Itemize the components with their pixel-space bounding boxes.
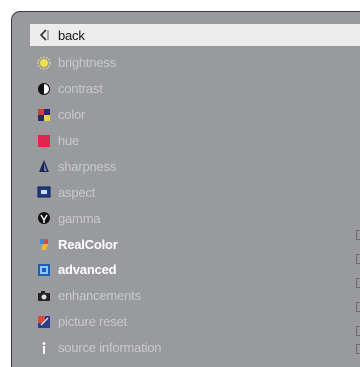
tick-mark — [356, 326, 360, 336]
menu-item-source-information[interactable]: source information — [30, 335, 360, 361]
info-icon — [30, 341, 58, 355]
menu-item-hue[interactable]: hue — [30, 128, 360, 154]
realcolor-icon — [30, 237, 58, 251]
menu-item-aspect[interactable]: aspect — [30, 179, 360, 205]
menu-item-label: aspect — [58, 184, 96, 200]
picture-reset-icon — [30, 315, 58, 329]
tick-mark — [356, 302, 360, 312]
menu-item-label: RealColor — [58, 236, 118, 252]
menu-item-sharpness[interactable]: sharpness — [30, 153, 360, 179]
menu-item-picture-reset[interactable]: picture reset — [30, 309, 360, 335]
menu-item-label: color — [58, 107, 86, 123]
menu-item-label: advanced — [58, 262, 117, 278]
menu-item-label: back — [58, 27, 85, 43]
menu-item-label: picture reset — [58, 314, 127, 330]
menu-item-label: brightness — [58, 55, 116, 71]
tick-mark — [356, 254, 360, 264]
menu-item-enhancements[interactable]: enhancements — [30, 283, 360, 309]
menu-item-label: enhancements — [58, 288, 141, 304]
hue-icon — [30, 134, 58, 148]
enhancements-icon — [30, 289, 58, 303]
menu-item-brightness[interactable]: brightness — [30, 50, 360, 76]
menu-item-advanced[interactable]: advanced — [30, 257, 360, 283]
back-arrow-icon — [30, 28, 58, 42]
menu-item-label: contrast — [58, 81, 103, 97]
menu-item-label: sharpness — [58, 158, 117, 174]
menu-item-label: gamma — [58, 210, 101, 226]
picture-menu: back brightness contrast color hue sharp… — [30, 24, 360, 361]
advanced-icon — [30, 263, 58, 277]
contrast-icon — [30, 82, 58, 96]
menu-item-back[interactable]: back — [30, 24, 360, 46]
menu-item-contrast[interactable]: contrast — [30, 76, 360, 102]
menu-item-label: hue — [58, 133, 80, 148]
brightness-icon — [30, 56, 58, 70]
menu-item-realcolor[interactable]: RealColor — [30, 231, 360, 257]
tick-mark — [356, 344, 360, 354]
menu-item-gamma[interactable]: gamma — [30, 205, 360, 231]
menu-item-color[interactable]: color — [30, 102, 360, 128]
menu-item-label: source information — [58, 340, 162, 356]
gamma-icon — [30, 211, 58, 225]
tick-mark — [356, 230, 360, 240]
sharpness-icon — [30, 159, 58, 173]
right-edge-ticks — [353, 226, 360, 356]
aspect-icon — [30, 185, 58, 199]
color-icon — [30, 108, 58, 122]
tick-mark — [356, 278, 360, 288]
